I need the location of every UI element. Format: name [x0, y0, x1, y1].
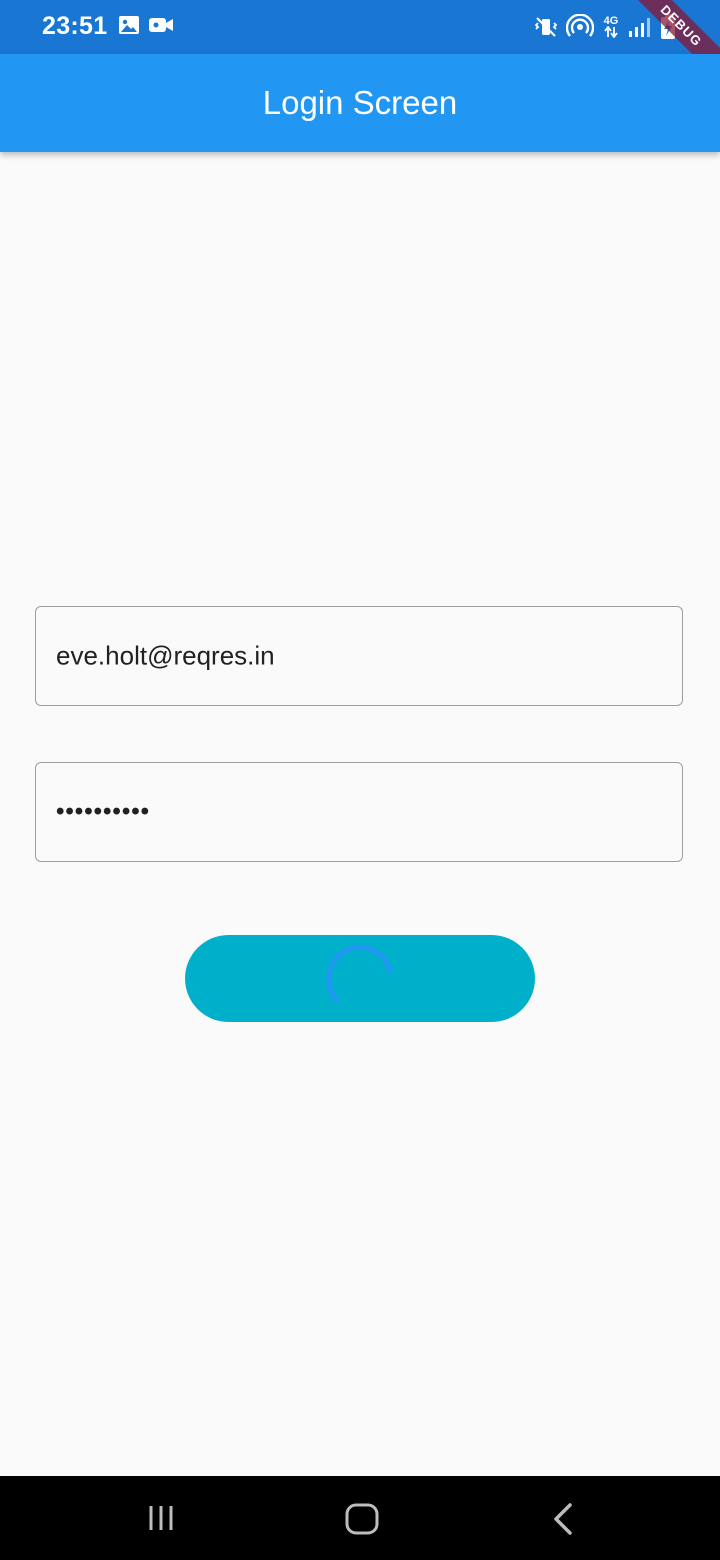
hotspot-icon	[566, 14, 594, 37]
login-button[interactable]	[185, 935, 535, 1022]
data-arrows-icon	[604, 26, 618, 38]
navigation-bar	[0, 1476, 720, 1560]
signal-icon	[629, 18, 650, 37]
app-bar: Login Screen	[0, 54, 720, 152]
video-camera-icon	[149, 18, 173, 32]
network-label: 4G	[603, 15, 619, 27]
status-time: 23:51	[42, 12, 108, 40]
email-field[interactable]: eve.holt@reqres.in	[35, 606, 683, 706]
status-bar: 23:51 4G DEBUG	[0, 0, 720, 95]
password-field-value: ••••••••••	[56, 798, 151, 825]
network-type: 4G	[602, 16, 620, 38]
gallery-icon	[119, 16, 139, 34]
back-icon[interactable]	[550, 1502, 578, 1536]
email-field-value: eve.holt@reqres.in	[56, 640, 275, 671]
progress-spinner-icon	[326, 944, 393, 1003]
status-left-icons	[118, 15, 174, 35]
home-icon[interactable]	[344, 1502, 380, 1536]
password-field[interactable]: ••••••••••	[35, 762, 683, 862]
recent-apps-icon[interactable]	[145, 1502, 177, 1534]
mute-vibrate-icon	[534, 17, 558, 37]
page-title: Login Screen	[262, 84, 458, 121]
status-right-icons: 4G	[534, 14, 676, 40]
